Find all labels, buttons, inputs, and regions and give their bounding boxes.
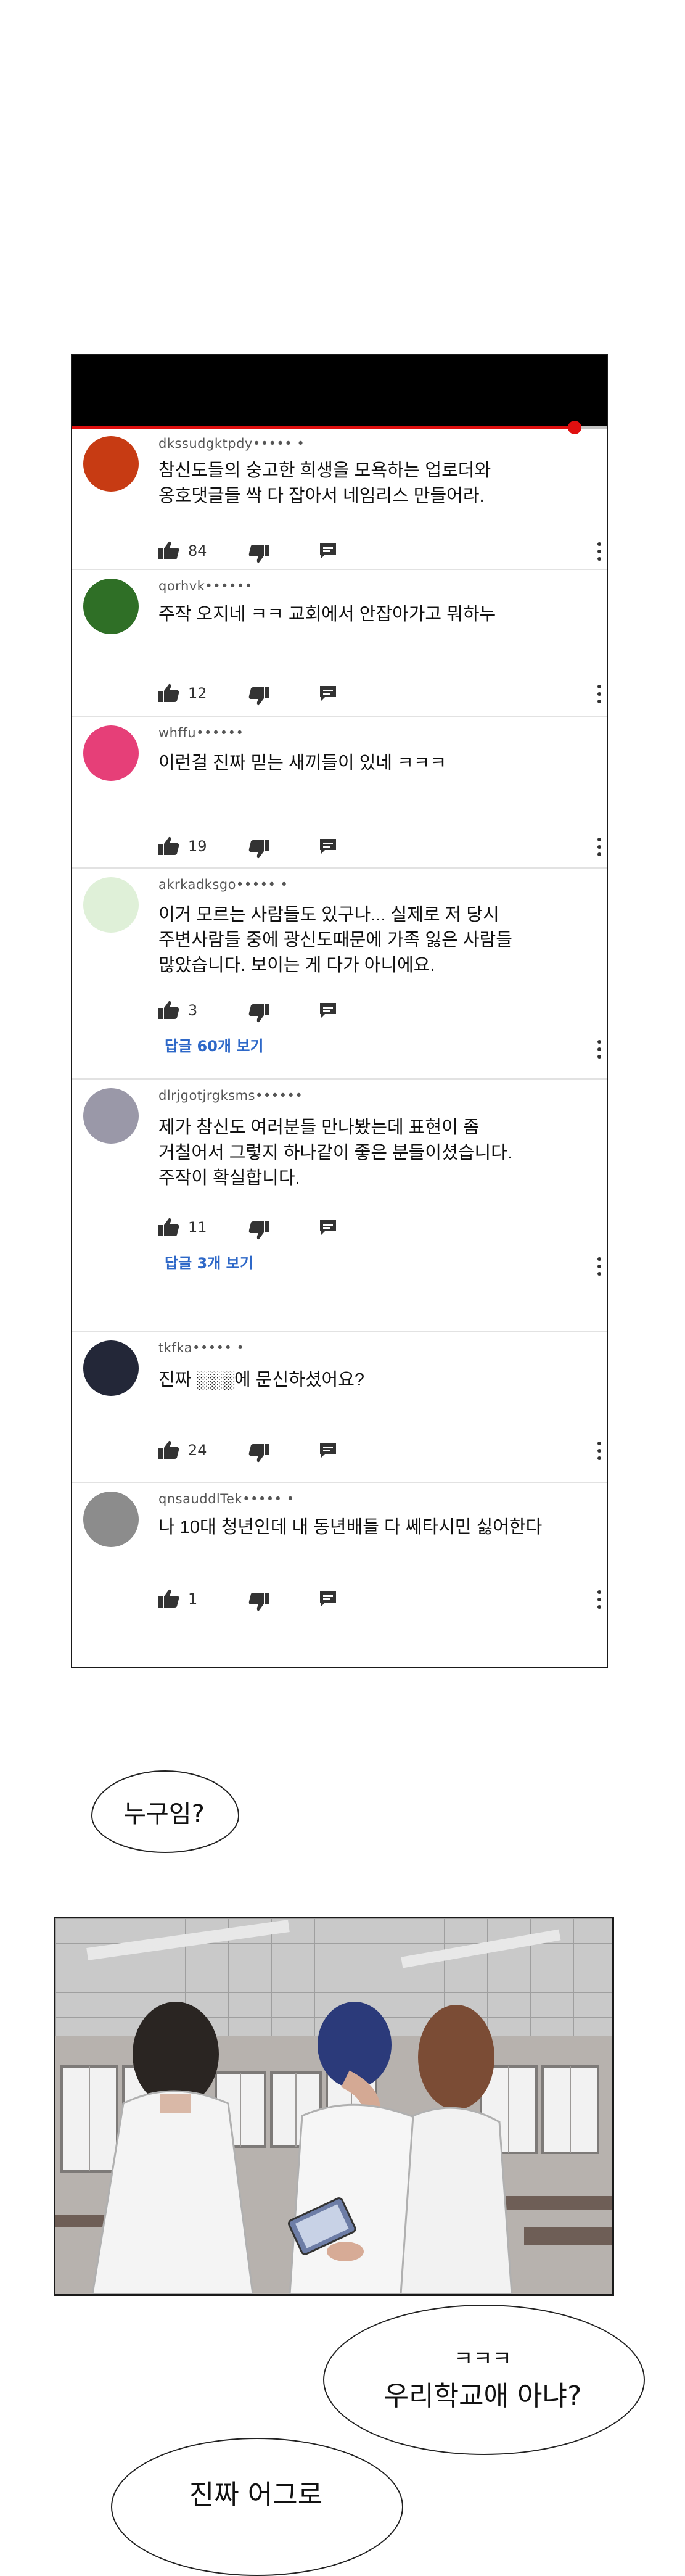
thumbs-up-icon[interactable]	[158, 1440, 179, 1459]
user-avatar[interactable]	[83, 877, 139, 933]
reply-icon[interactable]	[319, 1590, 337, 1608]
comic-panel-classroom	[54, 1917, 614, 2296]
like-count: 84	[188, 542, 207, 559]
comment-text: 이거 모르는 사람들도 있구나... 실제로 저 당시주변사람들 중에 광신도때…	[158, 902, 512, 978]
like-count: 3	[188, 1002, 198, 1019]
comment-text: 주작 오지네 ㅋㅋ 교회에서 안잡아가고 뭐하누	[158, 602, 496, 627]
more-options-icon[interactable]	[597, 836, 602, 857]
user-avatar[interactable]	[83, 1340, 139, 1396]
comment-text: 참신도들의 숭고한 희생을 모욕하는 업로더와옹호댓글들 싹 다 잡아서 네임리…	[158, 458, 491, 509]
reply-icon[interactable]	[319, 542, 337, 559]
thumbs-down-icon[interactable]	[248, 545, 269, 563]
comment-item: tkfka••••• • 진짜 ░░░에 문신하셨어요? 24	[72, 1332, 607, 1483]
comment-text: 나 10대 청년인데 내 동년배들 다 쎄타시민 싫어한다	[158, 1515, 542, 1540]
thumbs-up-icon[interactable]	[158, 541, 179, 559]
more-options-icon[interactable]	[597, 1589, 602, 1610]
comment-username[interactable]: akrkadksgo••••• •	[158, 877, 288, 892]
comment-actions: 3	[158, 998, 590, 1023]
thumbs-down-icon[interactable]	[248, 1444, 269, 1463]
user-avatar[interactable]	[83, 725, 139, 781]
thumbs-down-icon[interactable]	[248, 1221, 269, 1240]
classroom-illustration	[55, 1918, 612, 2294]
comment-text-line: 참신도들의 숭고한 희생을 모욕하는 업로더와	[158, 461, 491, 481]
thumbs-up-icon[interactable]	[158, 1589, 179, 1608]
reply-icon[interactable]	[319, 685, 337, 702]
thumbs-up-icon[interactable]	[158, 1001, 179, 1019]
more-options-icon[interactable]	[597, 1256, 602, 1277]
comment-text-line: 주작이 확실합니다.	[158, 1168, 300, 1188]
user-avatar[interactable]	[83, 1492, 139, 1547]
comment-text: 제가 참신도 여러분들 만나봤는데 표현이 좀거칠어서 그렇지 하나같이 좋은 …	[158, 1115, 512, 1191]
more-options-icon[interactable]	[597, 1039, 602, 1060]
thumbs-down-icon[interactable]	[248, 687, 269, 706]
thumbs-up-icon[interactable]	[158, 836, 179, 855]
view-replies-link[interactable]: 답글 3개 보기	[165, 1251, 253, 1273]
comment-actions: 1	[158, 1587, 590, 1611]
user-avatar[interactable]	[83, 436, 139, 492]
comment-item: qnsauddlTek••••• • 나 10대 청년인데 내 동년배들 다 쎄타…	[72, 1483, 607, 1667]
thumbs-up-icon[interactable]	[158, 1218, 179, 1236]
speech-text-our-school: 우리학교애 아냐?	[384, 2380, 582, 2412]
reply-icon[interactable]	[319, 1442, 337, 1459]
like-count: 19	[188, 838, 207, 855]
more-options-icon[interactable]	[597, 541, 602, 562]
comment-actions: 12	[158, 681, 590, 706]
like-count: 11	[188, 1219, 207, 1236]
comment-text: 이런걸 진짜 믿는 새끼들이 있네 ㅋㅋㅋ	[158, 751, 446, 776]
comment-text-line: 거칠어서 그렇지 하나같이 좋은 분들이셨습니다.	[158, 1143, 512, 1163]
comment-text-line: 주변사람들 중에 광신도때문에 가족 잃은 사람들	[158, 930, 512, 950]
view-replies-link[interactable]: 답글 60개 보기	[165, 1034, 264, 1055]
comment-item: akrkadksgo••••• • 이거 모르는 사람들도 있구나... 실제로 …	[72, 869, 607, 1080]
reply-icon[interactable]	[319, 1002, 337, 1019]
more-options-icon[interactable]	[597, 1440, 602, 1461]
reply-icon[interactable]	[319, 1219, 337, 1236]
more-options-icon[interactable]	[597, 683, 602, 704]
comment-actions: 19	[158, 834, 590, 859]
like-count: 1	[188, 1590, 198, 1608]
comment-text-line: 옹호댓글들 싹 다 잡아서 네임리스 만들어라.	[158, 486, 485, 506]
thumbs-down-icon[interactable]	[248, 1004, 269, 1023]
speech-text-who: 누구임?	[123, 1800, 205, 1828]
comment-text-line: 많았습니다. 보이는 게 다가 아니에요.	[158, 956, 435, 975]
reply-icon[interactable]	[319, 838, 337, 855]
thumbs-up-icon[interactable]	[158, 683, 179, 702]
comment-text: 진짜 ░░░에 문신하셨어요?	[158, 1368, 364, 1393]
comment-username[interactable]: whffu••••••	[158, 725, 244, 740]
user-avatar[interactable]	[83, 1088, 139, 1144]
like-count: 12	[188, 685, 207, 702]
comment-item: dkssudgktpdy••••• • 참신도들의 숭고한 희생을 모욕하는 업로…	[72, 427, 607, 570]
comment-username[interactable]: dkssudgktpdy••••• •	[158, 436, 305, 451]
speech-text-kkk: ㅋㅋㅋ	[454, 2347, 512, 2371]
phone-screenshot: dkssudgktpdy••••• • 참신도들의 숭고한 희생을 모욕하는 업로…	[71, 354, 608, 1668]
comment-text-line: 이런걸 진짜 믿는 새끼들이 있네 ㅋㅋㅋ	[158, 753, 447, 773]
comment-actions: 24	[158, 1438, 590, 1463]
comment-text-line: 이거 모르는 사람들도 있구나... 실제로 저 당시	[158, 905, 499, 925]
comment-actions: 11	[158, 1215, 590, 1240]
like-count: 24	[188, 1442, 207, 1459]
comment-username[interactable]: qorhvk••••••	[158, 579, 253, 593]
comment-item: whffu•••••• 이런걸 진짜 믿는 새끼들이 있네 ㅋㅋㅋ 19	[72, 717, 607, 869]
comment-username[interactable]: qnsauddlTek••••• •	[158, 1492, 295, 1506]
comment-actions: 84	[158, 539, 590, 563]
comment-text-line: 제가 참신도 여러분들 만나봤는데 표현이 좀	[158, 1118, 480, 1137]
comment-item: qorhvk•••••• 주작 오지네 ㅋㅋ 교회에서 안잡아가고 뭐하누 12	[72, 570, 607, 717]
comment-text-line: 진짜 ░░░에 문신하셨어요?	[158, 1370, 365, 1390]
thumbs-down-icon[interactable]	[248, 1593, 269, 1611]
user-avatar[interactable]	[83, 579, 139, 634]
comment-text-line: 나 10대 청년인데 내 동년배들 다 쎄타시민 싫어한다	[158, 1517, 543, 1537]
comment-item: dlrjgotjrgksms•••••• 제가 참신도 여러분들 만나봤는데 표현…	[72, 1080, 607, 1332]
comment-text-line: 주작 오지네 ㅋㅋ 교회에서 안잡아가고 뭐하누	[158, 605, 496, 624]
speech-text-really: 진짜 어그로	[189, 2479, 323, 2511]
thumbs-down-icon[interactable]	[248, 840, 269, 859]
comment-username[interactable]: tkfka••••• •	[158, 1340, 244, 1355]
comment-username[interactable]: dlrjgotjrgksms••••••	[158, 1088, 303, 1103]
video-player-area[interactable]	[72, 355, 607, 427]
